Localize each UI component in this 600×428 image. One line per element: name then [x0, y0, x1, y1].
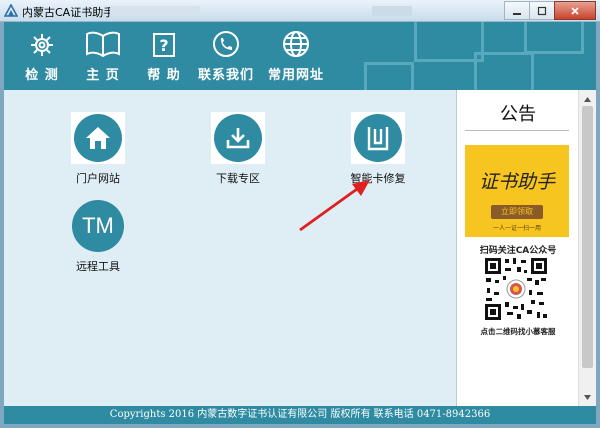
qr-caption-2: 点击二维码找小慕客服 — [480, 327, 556, 336]
scroll-thumb[interactable] — [582, 106, 593, 368]
notice-divider — [465, 130, 569, 131]
minimize-button[interactable] — [504, 1, 530, 20]
close-icon — [571, 6, 579, 15]
nav-label: 主 页 — [86, 68, 120, 83]
header-nav-bar: 检 测 主 页 ? 帮 助 联系我们 常用网址 — [4, 22, 596, 90]
triangle-down-icon — [584, 394, 591, 400]
home-icon — [86, 127, 110, 149]
scroll-down-button[interactable] — [579, 390, 596, 404]
phone-icon — [213, 31, 239, 57]
svg-text:?: ? — [159, 36, 168, 55]
book-icon — [86, 31, 120, 58]
notice-panel: 公告 证书助手 立即领取 一人一证一扫一用 扫码关注CA公众号 点击二维码找小慕… — [456, 90, 578, 406]
restore-icon — [537, 6, 547, 15]
question-icon: ? — [153, 33, 175, 57]
nav-label: 帮 助 — [147, 68, 181, 83]
nav-label: 联系我们 — [197, 68, 254, 83]
nav-label: 检 测 — [25, 68, 59, 83]
close-button[interactable] — [554, 1, 596, 20]
header-decoration — [364, 62, 414, 90]
nav-help[interactable]: ? 帮 助 — [140, 28, 188, 84]
restore-button[interactable] — [529, 1, 555, 20]
banner-title: 证书助手 — [478, 171, 555, 193]
window-frame-right — [596, 22, 600, 428]
banner-button[interactable]: 立即领取 — [491, 205, 543, 219]
tile-icon-circle — [214, 114, 262, 162]
header-decoration — [524, 22, 584, 54]
footer-copyright: Copyrights 2016 内蒙古数字证书认证有限公司 版权所有 联系电话 … — [4, 406, 596, 424]
nav-detect[interactable]: 检 测 — [18, 28, 66, 84]
tile-icon-circle — [354, 114, 402, 162]
tile-label: 门户网站 — [76, 172, 120, 185]
qr-code-icon[interactable] — [483, 256, 549, 322]
nav-links[interactable]: 常用网址 — [260, 28, 332, 84]
red-arrow-annotation — [299, 180, 370, 232]
scroll-up-button[interactable] — [579, 92, 596, 106]
globe-icon — [283, 31, 309, 57]
promo-banner[interactable]: 证书助手 立即领取 一人一证一扫一用 — [465, 145, 569, 237]
banner-subtitle: 一人一证一扫一用 — [492, 225, 541, 232]
tile-icon-box — [211, 112, 265, 164]
tile-remote-tool[interactable]: TM 远程工具 — [62, 200, 134, 274]
download-icon — [226, 128, 250, 149]
notice-title: 公告 — [500, 104, 536, 125]
nav-home[interactable]: 主 页 — [78, 28, 128, 84]
gear-icon — [31, 34, 53, 56]
tm-icon: TM — [72, 200, 124, 252]
title-bar: 内蒙古CA证书助手 — [0, 0, 600, 22]
notice-scrollbar[interactable] — [578, 90, 596, 406]
qr-caption: 扫码关注CA公众号 — [479, 246, 557, 256]
tile-download[interactable]: 下载专区 — [202, 112, 274, 186]
tile-icon-box — [71, 112, 125, 164]
window-controls — [504, 1, 596, 20]
tile-icon-box — [351, 112, 405, 164]
app-logo-icon — [4, 4, 18, 17]
triangle-up-icon — [584, 96, 591, 102]
window-frame-bottom — [0, 424, 600, 428]
main-panel: 门户网站 下载专区 智能卡修复 TM 远程工具 — [4, 90, 456, 406]
tile-portal[interactable]: 门户网站 — [62, 112, 134, 186]
tile-icon-circle — [74, 114, 122, 162]
tile-label: 下载专区 — [216, 172, 260, 185]
card-repair-icon — [367, 127, 389, 151]
nav-contact[interactable]: 联系我们 — [192, 28, 260, 84]
title-bar-blur — [110, 6, 200, 15]
nav-label: 常用网址 — [267, 68, 324, 83]
window-title: 内蒙古CA证书助手 — [22, 6, 115, 19]
header-decoration — [474, 52, 534, 90]
minimize-icon — [513, 12, 521, 15]
title-bar-blur-2 — [372, 6, 412, 16]
tile-label: 远程工具 — [76, 260, 120, 273]
